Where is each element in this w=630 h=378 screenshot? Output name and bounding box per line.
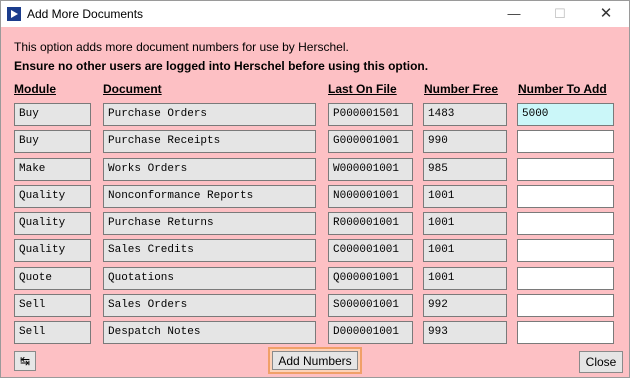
number-free-cell: 985 xyxy=(423,158,507,181)
maximize-button[interactable]: ☐ xyxy=(537,1,583,27)
app-icon xyxy=(7,7,21,21)
document-cell: Purchase Returns xyxy=(103,212,316,235)
pin-icon: ↹ xyxy=(19,354,31,368)
number-free-cell: 993 xyxy=(423,321,507,344)
header-number-to-add: Number To Add xyxy=(518,82,607,96)
last-on-file-cell: S000001001 xyxy=(328,294,413,317)
module-cell: Buy xyxy=(14,103,91,126)
last-on-file-cell: R000001001 xyxy=(328,212,413,235)
warning-text: Ensure no other users are logged into He… xyxy=(14,59,429,73)
number-to-add-input[interactable] xyxy=(517,239,614,262)
number-to-add-input[interactable] xyxy=(517,130,614,153)
number-to-add-input[interactable] xyxy=(517,185,614,208)
module-cell: Sell xyxy=(14,321,91,344)
header-last-on-file: Last On File xyxy=(328,82,397,96)
last-on-file-cell: C000001001 xyxy=(328,239,413,262)
document-cell: Sales Orders xyxy=(103,294,316,317)
close-window-button[interactable]: ✕ xyxy=(583,1,629,27)
number-free-cell: 992 xyxy=(423,294,507,317)
add-more-documents-window: Add More Documents — ☐ ✕ This option add… xyxy=(0,0,630,378)
module-cell: Make xyxy=(14,158,91,181)
number-to-add-input[interactable] xyxy=(517,294,614,317)
module-cell: Quality xyxy=(14,239,91,262)
pin-button[interactable]: ↹ xyxy=(14,351,36,371)
last-on-file-cell: D000001001 xyxy=(328,321,413,344)
minimize-button[interactable]: — xyxy=(491,1,537,27)
close-button[interactable]: Close xyxy=(579,351,623,373)
document-cell: Works Orders xyxy=(103,158,316,181)
document-cell: Nonconformance Reports xyxy=(103,185,316,208)
title-bar: Add More Documents — ☐ ✕ xyxy=(1,1,629,27)
add-numbers-label: Add Numbers xyxy=(272,351,358,370)
last-on-file-cell: N000001001 xyxy=(328,185,413,208)
number-to-add-input[interactable] xyxy=(517,158,614,181)
document-cell: Quotations xyxy=(103,267,316,290)
number-free-cell: 1001 xyxy=(423,239,507,262)
number-to-add-input[interactable] xyxy=(517,321,614,344)
last-on-file-cell: W000001001 xyxy=(328,158,413,181)
number-to-add-input[interactable]: 5000 xyxy=(517,103,614,126)
number-free-cell: 1001 xyxy=(423,212,507,235)
window-title: Add More Documents xyxy=(27,7,144,21)
last-on-file-cell: Q000001001 xyxy=(328,267,413,290)
info-text: This option adds more document numbers f… xyxy=(14,40,349,54)
module-cell: Buy xyxy=(14,130,91,153)
document-cell: Sales Credits xyxy=(103,239,316,262)
document-cell: Despatch Notes xyxy=(103,321,316,344)
number-to-add-input[interactable] xyxy=(517,267,614,290)
last-on-file-cell: P000001501 xyxy=(328,103,413,126)
document-cell: Purchase Orders xyxy=(103,103,316,126)
add-numbers-button[interactable]: Add Numbers xyxy=(268,347,362,374)
header-document: Document xyxy=(103,82,162,96)
number-free-cell: 990 xyxy=(423,130,507,153)
number-free-cell: 1483 xyxy=(423,103,507,126)
module-cell: Sell xyxy=(14,294,91,317)
number-to-add-input[interactable] xyxy=(517,212,614,235)
number-free-cell: 1001 xyxy=(423,267,507,290)
module-cell: Quality xyxy=(14,185,91,208)
number-free-cell: 1001 xyxy=(423,185,507,208)
document-cell: Purchase Receipts xyxy=(103,130,316,153)
header-module: Module xyxy=(14,82,56,96)
module-cell: Quote xyxy=(14,267,91,290)
header-number-free: Number Free xyxy=(424,82,499,96)
module-cell: Quality xyxy=(14,212,91,235)
last-on-file-cell: G000001001 xyxy=(328,130,413,153)
